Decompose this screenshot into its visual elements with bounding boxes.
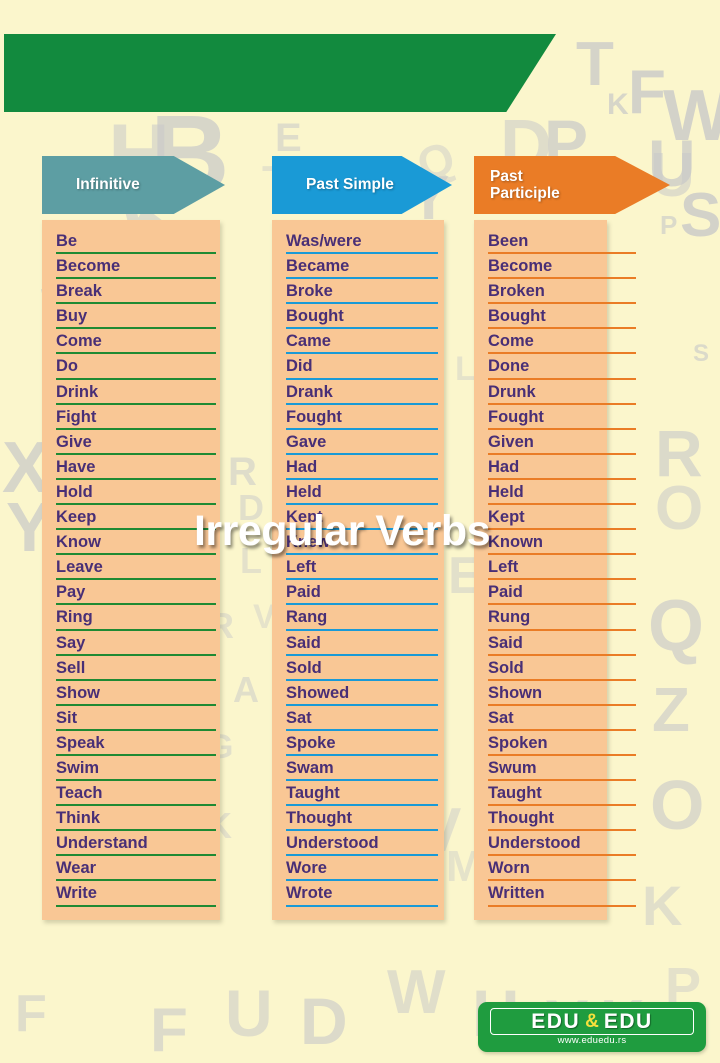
logo-word-left: EDU xyxy=(531,1009,581,1033)
logo-frame: EDU & EDU xyxy=(490,1008,694,1035)
logo-website-url: www.eduedu.rs xyxy=(557,1035,627,1046)
edu-edu-logo[interactable]: EDU & EDU www.eduedu.rs xyxy=(478,1002,706,1052)
logo-ampersand: & xyxy=(585,1010,599,1032)
page-title: Irregular Verbs xyxy=(193,507,491,555)
logo-word-right: EDU xyxy=(603,1009,653,1033)
poster-canvas: HBKJEQYTTKFWDPUUSPSXYRDLVRAGKLEROQZOVMKY… xyxy=(0,0,720,1063)
